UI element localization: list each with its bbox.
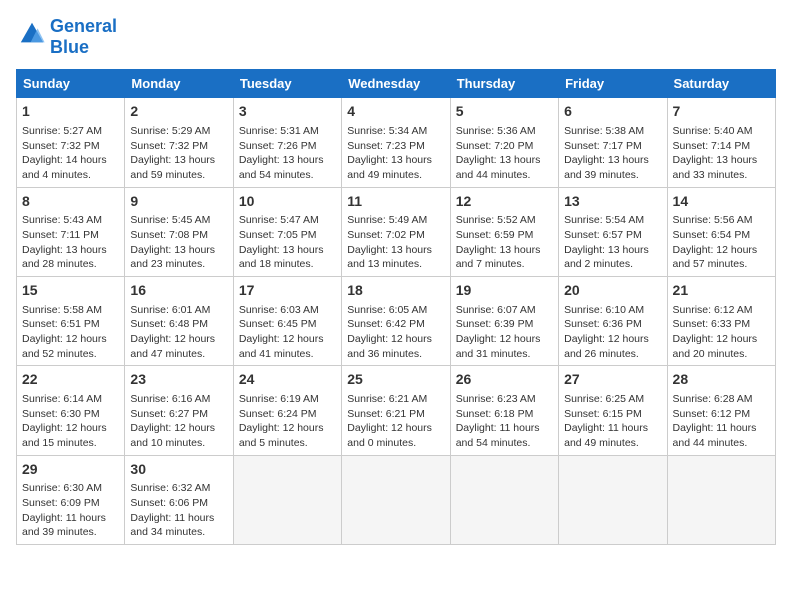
calendar-day: 27Sunrise: 6:25 AMSunset: 6:15 PMDayligh…: [559, 366, 667, 455]
page-header: General Blue: [16, 16, 776, 57]
calendar-day: 26Sunrise: 6:23 AMSunset: 6:18 PMDayligh…: [450, 366, 558, 455]
weekday-header: Sunday: [17, 70, 125, 98]
weekday-header: Saturday: [667, 70, 775, 98]
calendar-day: 15Sunrise: 5:58 AMSunset: 6:51 PMDayligh…: [17, 277, 125, 366]
calendar-day: [233, 455, 341, 544]
weekday-header: Wednesday: [342, 70, 450, 98]
calendar-day: [667, 455, 775, 544]
calendar-week-row: 22Sunrise: 6:14 AMSunset: 6:30 PMDayligh…: [17, 366, 776, 455]
calendar-day: 4Sunrise: 5:34 AMSunset: 7:23 PMDaylight…: [342, 98, 450, 187]
calendar-day: 6Sunrise: 5:38 AMSunset: 7:17 PMDaylight…: [559, 98, 667, 187]
calendar-week-row: 8Sunrise: 5:43 AMSunset: 7:11 PMDaylight…: [17, 187, 776, 276]
calendar-day: 30Sunrise: 6:32 AMSunset: 6:06 PMDayligh…: [125, 455, 233, 544]
calendar-day: 28Sunrise: 6:28 AMSunset: 6:12 PMDayligh…: [667, 366, 775, 455]
calendar-day: 8Sunrise: 5:43 AMSunset: 7:11 PMDaylight…: [17, 187, 125, 276]
calendar-day: 22Sunrise: 6:14 AMSunset: 6:30 PMDayligh…: [17, 366, 125, 455]
calendar-day: 18Sunrise: 6:05 AMSunset: 6:42 PMDayligh…: [342, 277, 450, 366]
logo: General Blue: [16, 16, 117, 57]
calendar-week-row: 1Sunrise: 5:27 AMSunset: 7:32 PMDaylight…: [17, 98, 776, 187]
calendar-day: [342, 455, 450, 544]
calendar-day: [450, 455, 558, 544]
calendar-day: 2Sunrise: 5:29 AMSunset: 7:32 PMDaylight…: [125, 98, 233, 187]
calendar-day: 14Sunrise: 5:56 AMSunset: 6:54 PMDayligh…: [667, 187, 775, 276]
weekday-header: Tuesday: [233, 70, 341, 98]
calendar-day: 29Sunrise: 6:30 AMSunset: 6:09 PMDayligh…: [17, 455, 125, 544]
calendar-day: 19Sunrise: 6:07 AMSunset: 6:39 PMDayligh…: [450, 277, 558, 366]
weekday-header: Monday: [125, 70, 233, 98]
calendar-day: 9Sunrise: 5:45 AMSunset: 7:08 PMDaylight…: [125, 187, 233, 276]
calendar-day: 3Sunrise: 5:31 AMSunset: 7:26 PMDaylight…: [233, 98, 341, 187]
weekday-header: Friday: [559, 70, 667, 98]
calendar-week-row: 15Sunrise: 5:58 AMSunset: 6:51 PMDayligh…: [17, 277, 776, 366]
calendar-day: 21Sunrise: 6:12 AMSunset: 6:33 PMDayligh…: [667, 277, 775, 366]
calendar-day: 25Sunrise: 6:21 AMSunset: 6:21 PMDayligh…: [342, 366, 450, 455]
calendar-day: 17Sunrise: 6:03 AMSunset: 6:45 PMDayligh…: [233, 277, 341, 366]
calendar-day: 7Sunrise: 5:40 AMSunset: 7:14 PMDaylight…: [667, 98, 775, 187]
calendar-day: 23Sunrise: 6:16 AMSunset: 6:27 PMDayligh…: [125, 366, 233, 455]
calendar-day: 5Sunrise: 5:36 AMSunset: 7:20 PMDaylight…: [450, 98, 558, 187]
calendar-day: 10Sunrise: 5:47 AMSunset: 7:05 PMDayligh…: [233, 187, 341, 276]
calendar-table: SundayMondayTuesdayWednesdayThursdayFrid…: [16, 69, 776, 545]
calendar-week-row: 29Sunrise: 6:30 AMSunset: 6:09 PMDayligh…: [17, 455, 776, 544]
weekday-header: Thursday: [450, 70, 558, 98]
weekday-header-row: SundayMondayTuesdayWednesdayThursdayFrid…: [17, 70, 776, 98]
calendar-day: 20Sunrise: 6:10 AMSunset: 6:36 PMDayligh…: [559, 277, 667, 366]
calendar-day: 11Sunrise: 5:49 AMSunset: 7:02 PMDayligh…: [342, 187, 450, 276]
calendar-day: [559, 455, 667, 544]
calendar-day: 12Sunrise: 5:52 AMSunset: 6:59 PMDayligh…: [450, 187, 558, 276]
calendar-day: 1Sunrise: 5:27 AMSunset: 7:32 PMDaylight…: [17, 98, 125, 187]
calendar-day: 24Sunrise: 6:19 AMSunset: 6:24 PMDayligh…: [233, 366, 341, 455]
calendar-day: 16Sunrise: 6:01 AMSunset: 6:48 PMDayligh…: [125, 277, 233, 366]
calendar-day: 13Sunrise: 5:54 AMSunset: 6:57 PMDayligh…: [559, 187, 667, 276]
